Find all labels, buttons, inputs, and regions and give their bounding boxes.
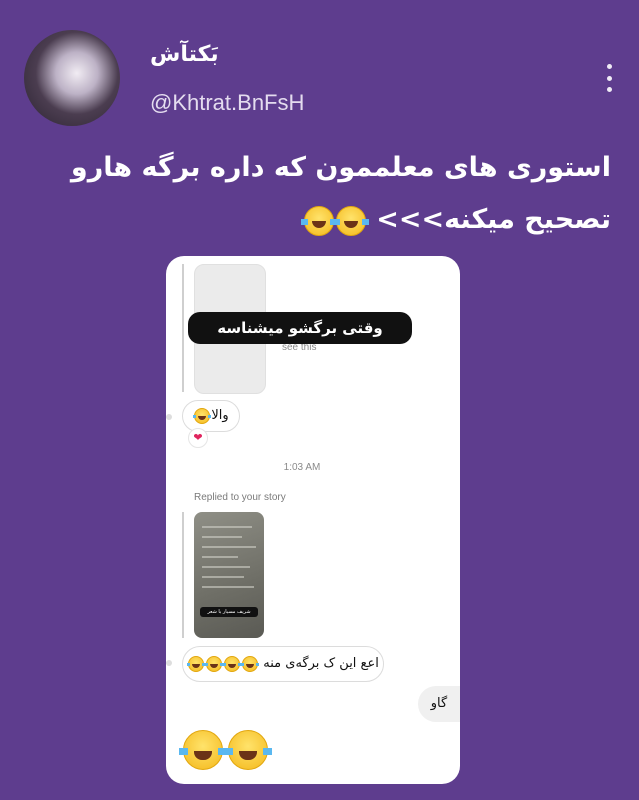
more-options-icon[interactable] (603, 64, 615, 92)
timestamp: 1:03 AM (283, 462, 321, 473)
laughing-emoji-icon (224, 730, 272, 770)
message-bubble: اعع این ک برگه‌ی منه (182, 646, 384, 682)
laughing-emoji-icon (205, 655, 224, 672)
message-text: اعع این ک برگه‌ی منه (263, 656, 379, 671)
avatar[interactable] (24, 30, 120, 126)
overlay-caption: وقتی برگشو میشناسه (188, 312, 412, 344)
heart-reaction-icon: ❤ (188, 428, 208, 448)
attached-screenshot[interactable]: see this وقتی برگشو میشناسه والا ❤ 1:03 … (166, 256, 460, 784)
message-text: والا (211, 408, 229, 423)
user-handle[interactable]: @Khtrat.BnFsH (150, 90, 304, 116)
story-thumbnail[interactable]: شریف مسیار با شعر (194, 512, 264, 638)
message-text: گاو (430, 696, 448, 711)
laughing-emoji-icon (223, 655, 242, 672)
message-bubble: والا (182, 400, 240, 432)
avatar-dot (166, 414, 172, 420)
thread-rail (182, 512, 184, 638)
sent-message-bubble: گاو (418, 686, 460, 722)
thread-rail (182, 264, 184, 392)
tweet-text: استوری های معلممون که داره برگه هارو تصح… (21, 142, 611, 246)
laughing-emoji-icon (193, 407, 212, 424)
laughing-emoji-icon (332, 205, 369, 236)
story-caption: شریف مسیار با شعر (200, 607, 258, 617)
avatar-dot (166, 660, 172, 666)
laughing-emoji-icon (187, 655, 206, 672)
laughing-emoji-icon (241, 655, 260, 672)
display-name[interactable]: بَکتآش (150, 42, 219, 67)
laughing-emoji-icon (179, 730, 227, 770)
laughing-emoji-icon (300, 205, 337, 236)
emoji-message (179, 730, 272, 770)
replied-label: Replied to your story (194, 492, 286, 503)
